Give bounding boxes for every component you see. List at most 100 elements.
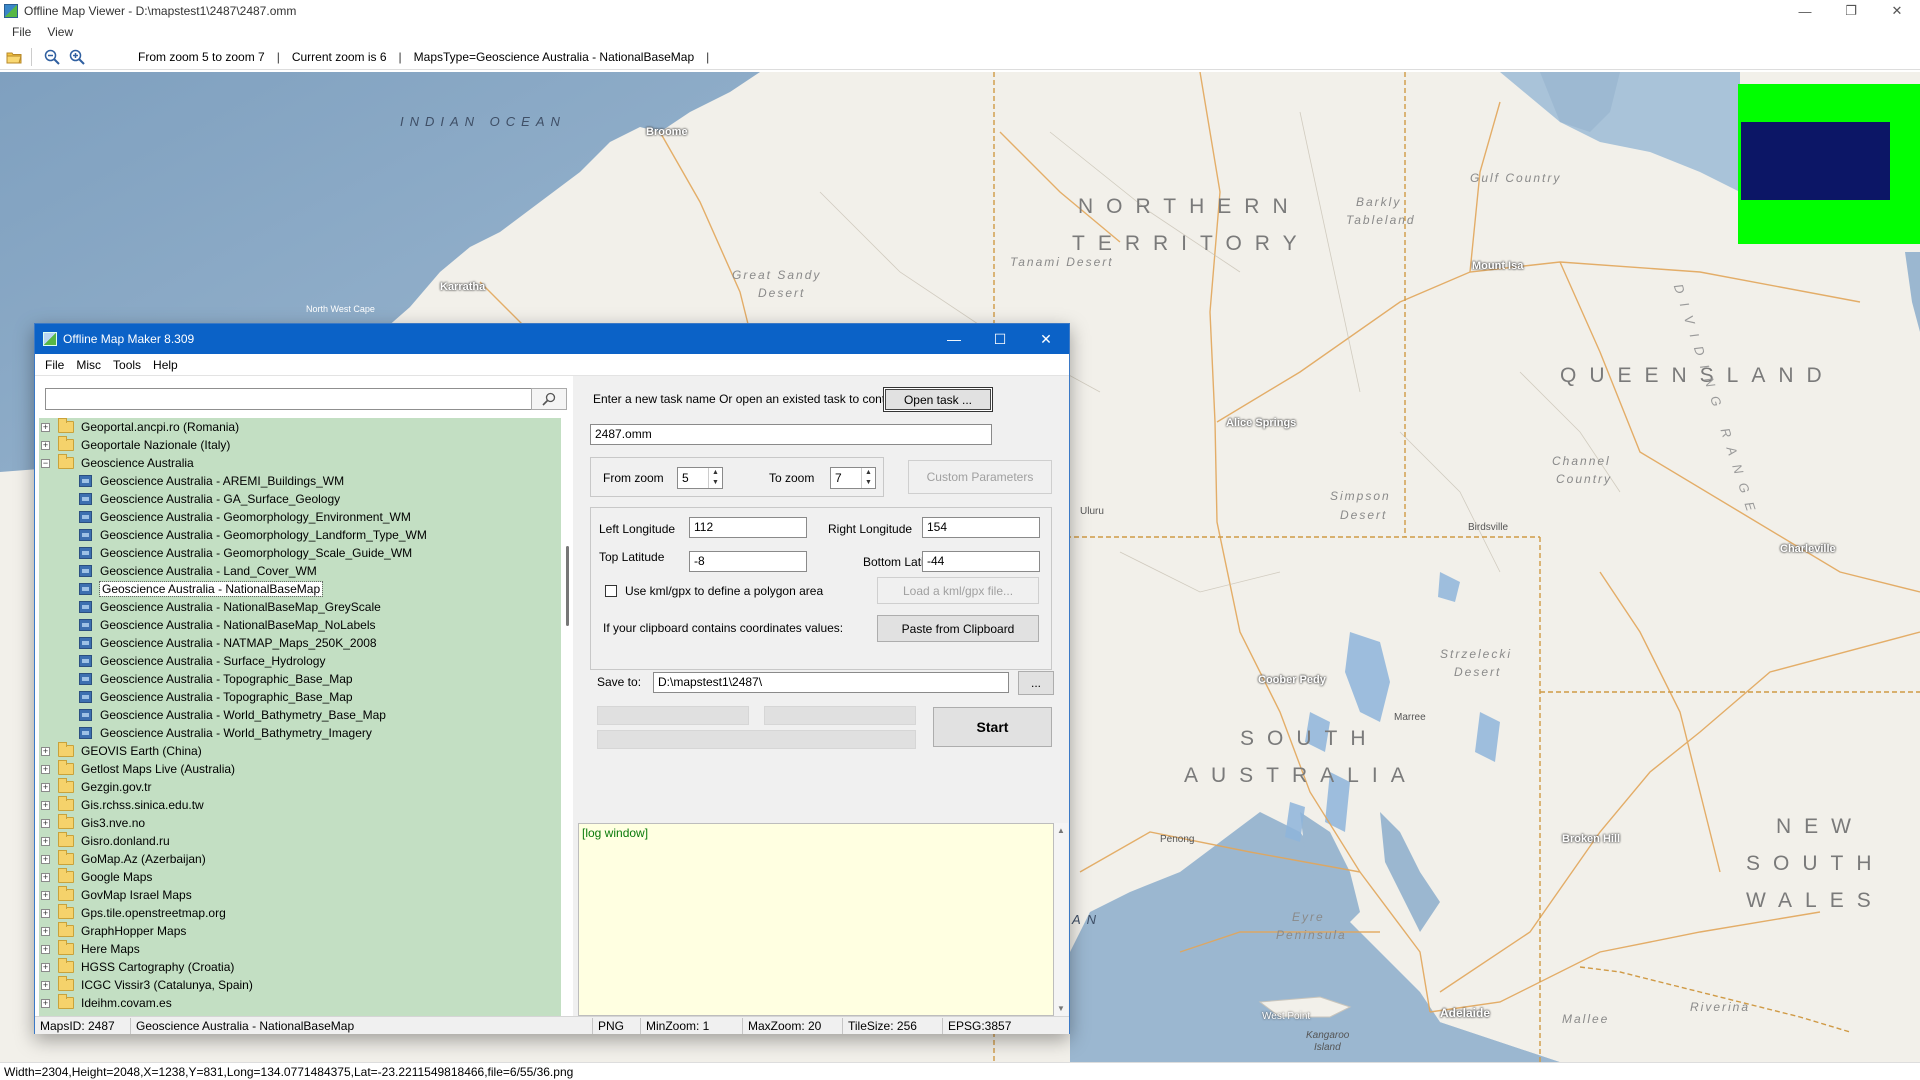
spin-down-icon[interactable]: ▼ xyxy=(865,479,872,486)
tree-provider[interactable]: + Getlost Maps Live (Australia) xyxy=(39,760,561,778)
browse-button[interactable]: ... xyxy=(1018,671,1054,695)
load-kml-button[interactable]: Load a kml/gpx file... xyxy=(877,577,1039,604)
tree-expand-icon[interactable]: + xyxy=(41,854,50,864)
open-task-button[interactable]: Open task ... xyxy=(883,387,993,412)
tree-map-item[interactable]: Geoscience Australia - AREMI_Buildings_W… xyxy=(39,472,561,490)
tree-expand-icon[interactable]: + xyxy=(41,908,50,918)
tree-expand-icon[interactable]: + xyxy=(41,422,50,432)
tree-provider[interactable]: + GoMap.Az (Azerbaijan) xyxy=(39,850,561,868)
restore-button[interactable]: ❐ xyxy=(1828,0,1874,22)
tree-provider[interactable]: + GraphHopper Maps xyxy=(39,922,561,940)
tree-provider[interactable]: + Gisro.donland.ru xyxy=(39,832,561,850)
tree-map-item[interactable]: Geoscience Australia - Topographic_Base_… xyxy=(39,688,561,706)
tree-map-item[interactable]: Geoscience Australia - NationalBaseMap_N… xyxy=(39,616,561,634)
dialog-close-button[interactable]: ✕ xyxy=(1023,324,1069,354)
spin-down-icon[interactable]: ▼ xyxy=(712,479,719,486)
tree-provider-label: GoMap.Az (Azerbaijan) xyxy=(81,852,206,866)
tree-map-item[interactable]: Geoscience Australia - NationalBaseMap xyxy=(39,580,561,598)
tree-map-item[interactable]: Geoscience Australia - Land_Cover_WM xyxy=(39,562,561,580)
log-text: [log window] xyxy=(582,826,649,840)
bottom-latitude-input[interactable]: -44 xyxy=(922,551,1040,572)
tree-provider-expanded[interactable]: − Geoscience Australia xyxy=(39,454,561,472)
overview-minimap[interactable] xyxy=(1738,84,1920,244)
save-path-input[interactable]: D:\mapstest1\2487\ xyxy=(653,672,1009,693)
dialog-menu-file[interactable]: File xyxy=(39,358,70,372)
tree-map-item[interactable]: Geoscience Australia - NationalBaseMap_G… xyxy=(39,598,561,616)
start-button[interactable]: Start xyxy=(933,707,1052,747)
custom-parameters-button[interactable]: Custom Parameters xyxy=(908,460,1052,494)
tree-provider[interactable]: + Gis.rchss.sinica.edu.tw xyxy=(39,796,561,814)
minimize-button[interactable]: — xyxy=(1782,0,1828,22)
tree-expand-icon[interactable]: + xyxy=(41,998,50,1008)
scroll-down-icon[interactable]: ▼ xyxy=(1057,1004,1065,1013)
tree-map-item[interactable]: Geoscience Australia - World_Bathymetry_… xyxy=(39,724,561,742)
tree-map-item[interactable]: Geoscience Australia - World_Bathymetry_… xyxy=(39,706,561,724)
dialog-maximize-button[interactable]: ☐ xyxy=(977,324,1023,354)
tree-provider[interactable]: + Google Maps xyxy=(39,868,561,886)
map-city-broken-hill: Broken Hill xyxy=(1562,833,1621,845)
menu-file[interactable]: File xyxy=(4,25,39,39)
tree-provider[interactable]: + ICGC Vissir3 (Catalunya, Spain) xyxy=(39,976,561,994)
left-longitude-input[interactable]: 112 xyxy=(689,517,807,538)
tree-provider[interactable]: + Ideihm.covam.es xyxy=(39,994,561,1012)
tree-expand-icon[interactable]: + xyxy=(41,980,50,990)
tree-provider[interactable]: + Geoportal.ancpi.ro (Romania) xyxy=(39,418,561,436)
spin-up-icon[interactable]: ▲ xyxy=(865,469,872,476)
provider-tree-scrollbar[interactable] xyxy=(563,418,573,1016)
right-longitude-input[interactable]: 154 xyxy=(922,517,1040,538)
tree-map-item[interactable]: Geoscience Australia - GA_Surface_Geolog… xyxy=(39,490,561,508)
tree-provider[interactable]: + GovMap Israel Maps xyxy=(39,886,561,904)
close-button[interactable]: ✕ xyxy=(1874,0,1920,22)
top-latitude-input[interactable]: -8 xyxy=(689,551,807,572)
zoom-out-icon[interactable] xyxy=(41,46,63,68)
paste-clipboard-button[interactable]: Paste from Clipboard xyxy=(877,615,1039,642)
tree-map-item[interactable]: Geoscience Australia - Geomorphology_Lan… xyxy=(39,526,561,544)
tree-provider[interactable]: + Geoportale Nazionale (Italy) xyxy=(39,436,561,454)
tree-provider[interactable]: + HGSS Cartography (Croatia) xyxy=(39,958,561,976)
zoom-in-icon[interactable] xyxy=(66,46,88,68)
from-zoom-stepper[interactable]: 5 ▲ ▼ xyxy=(677,467,723,489)
tree-expand-icon[interactable]: + xyxy=(41,440,50,450)
tree-expand-icon[interactable]: + xyxy=(41,926,50,936)
tree-map-item[interactable]: Geoscience Australia - Geomorphology_Sca… xyxy=(39,544,561,562)
tree-expand-icon[interactable]: + xyxy=(41,890,50,900)
tree-expand-icon[interactable]: + xyxy=(41,872,50,882)
provider-search-input[interactable] xyxy=(45,388,533,410)
dialog-minimize-button[interactable]: — xyxy=(931,324,977,354)
tree-map-item[interactable]: Geoscience Australia - Geomorphology_Env… xyxy=(39,508,561,526)
tree-provider[interactable]: + Gps.tile.openstreetmap.org xyxy=(39,904,561,922)
overview-viewport-rect[interactable] xyxy=(1741,122,1890,200)
kml-polygon-checkbox[interactable] xyxy=(605,585,617,597)
tree-provider[interactable]: + Here Maps xyxy=(39,940,561,958)
scroll-up-icon[interactable]: ▲ xyxy=(1057,826,1065,835)
scrollbar-thumb[interactable] xyxy=(566,546,569,626)
log-window[interactable]: [log window] xyxy=(578,823,1054,1016)
provider-tree[interactable]: + Geoportal.ancpi.ro (Romania) + Geoportale… xyxy=(39,418,561,1016)
tree-expand-icon[interactable]: + xyxy=(41,944,50,954)
tree-provider[interactable]: + Gis3.nve.no xyxy=(39,814,561,832)
spin-up-icon[interactable]: ▲ xyxy=(712,469,719,476)
folder-open-icon[interactable] xyxy=(3,46,25,68)
tree-expand-icon[interactable]: + xyxy=(41,800,50,810)
tree-expand-icon[interactable]: + xyxy=(41,962,50,972)
tree-expand-icon[interactable]: + xyxy=(41,782,50,792)
tree-collapse-icon[interactable]: − xyxy=(41,458,50,468)
dialog-menu-help[interactable]: Help xyxy=(147,358,184,372)
tree-provider[interactable]: + GEOVIS Earth (China) xyxy=(39,742,561,760)
magnifier-icon[interactable] xyxy=(531,388,567,410)
log-scrollbar[interactable]: ▲ ▼ xyxy=(1054,823,1068,1016)
dialog-menu-misc[interactable]: Misc xyxy=(70,358,107,372)
tree-expand-icon[interactable]: + xyxy=(41,818,50,828)
to-zoom-stepper[interactable]: 7 ▲ ▼ xyxy=(830,467,876,489)
tree-map-item[interactable]: Geoscience Australia - NATMAP_Maps_250K_… xyxy=(39,634,561,652)
tree-map-label: Geoscience Australia - AREMI_Buildings_W… xyxy=(100,474,345,488)
tree-provider[interactable]: + Gezgin.gov.tr xyxy=(39,778,561,796)
tree-map-item[interactable]: Geoscience Australia - Surface_Hydrology xyxy=(39,652,561,670)
dialog-menu-tools[interactable]: Tools xyxy=(107,358,147,372)
tree-expand-icon[interactable]: + xyxy=(41,764,50,774)
tree-map-item[interactable]: Geoscience Australia - Topographic_Base_… xyxy=(39,670,561,688)
tree-expand-icon[interactable]: + xyxy=(41,836,50,846)
menu-view[interactable]: View xyxy=(39,25,81,39)
task-name-input[interactable]: 2487.omm xyxy=(590,424,992,445)
tree-expand-icon[interactable]: + xyxy=(41,746,50,756)
